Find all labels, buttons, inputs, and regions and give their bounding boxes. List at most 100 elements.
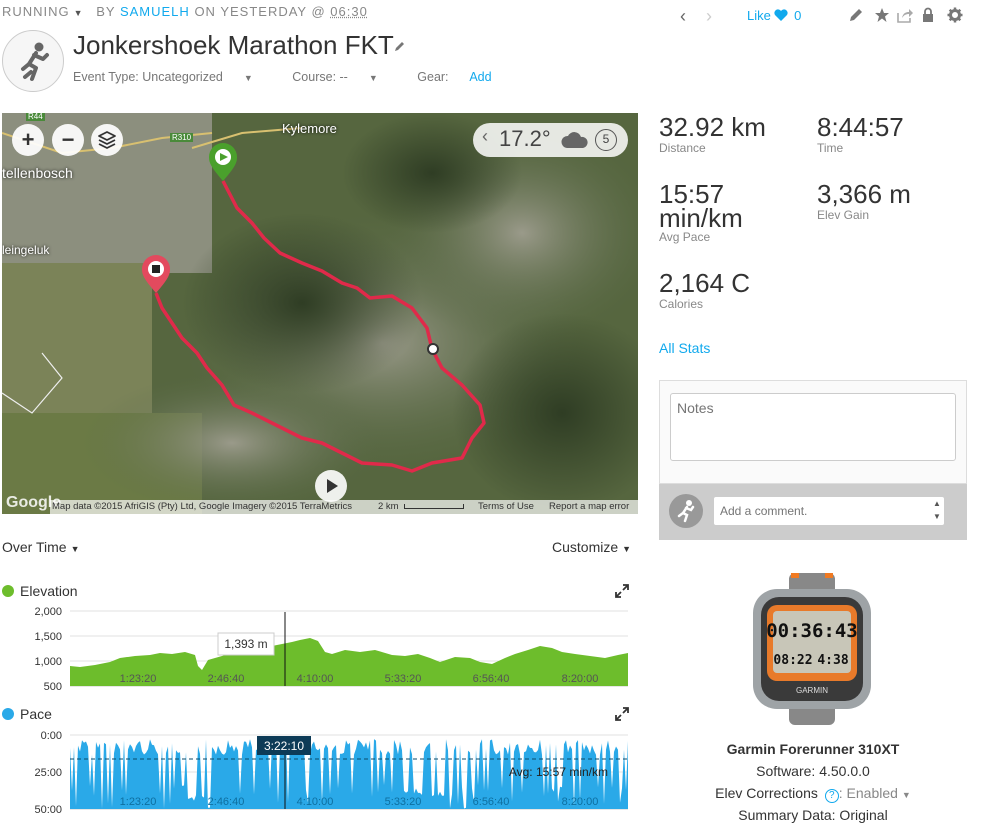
chevron-down-icon: ▼ bbox=[901, 790, 911, 800]
stat-pace: 15:57 min/km Avg Pace bbox=[659, 181, 743, 244]
route-map[interactable]: Kylemore tellenbosch leingeluk R44 R310 … bbox=[2, 113, 638, 514]
cloud-icon bbox=[561, 132, 588, 148]
customize-charts-button[interactable]: Customize ▼ bbox=[552, 539, 631, 555]
watch-brand: GARMIN bbox=[796, 686, 828, 695]
weather-widget: ‹ 17.2° 5 bbox=[473, 123, 628, 157]
watch-left-readout: 08:22 bbox=[773, 653, 812, 668]
terms-link[interactable]: Terms of Use bbox=[478, 501, 534, 512]
activity-type[interactable]: RUNNING bbox=[2, 4, 70, 19]
lock-icon[interactable] bbox=[920, 7, 936, 23]
elev-x-tick: 5:33:20 bbox=[385, 673, 422, 685]
map-label-kleingeluk: leingeluk bbox=[2, 243, 50, 257]
elevation-legend: Elevation bbox=[2, 583, 78, 599]
pace-cursor-label: 3:22:10 bbox=[264, 739, 304, 753]
expand-pace-icon[interactable] bbox=[615, 707, 629, 721]
edit-pencil-icon[interactable] bbox=[848, 7, 864, 23]
user-link[interactable]: SAMUELH bbox=[120, 4, 190, 19]
elev-corrections: Elev Corrections ?: Enabled ▼ bbox=[715, 785, 911, 803]
road-badge-r44: R44 bbox=[26, 113, 45, 121]
elevation-chart[interactable]: 2,000 1,500 1,000 500 1:23:20 2:46:40 4:… bbox=[0, 600, 640, 692]
heart-icon bbox=[774, 9, 789, 21]
pace-x-tick: 2:46:40 bbox=[208, 796, 245, 808]
weather-prev-icon[interactable]: ‹ bbox=[482, 126, 488, 147]
elev-y-tick: 2,000 bbox=[34, 606, 62, 618]
elev-y-tick: 500 bbox=[44, 681, 62, 692]
gear-field: Gear: Add bbox=[417, 70, 492, 84]
device-software: Software: 4.50.0.0 bbox=[756, 763, 870, 779]
satellite-terrain bbox=[2, 113, 638, 514]
pace-x-tick: 4:10:00 bbox=[297, 796, 334, 808]
runner-icon bbox=[21, 42, 49, 81]
pace-legend-dot bbox=[2, 708, 14, 720]
chevron-down-icon: ▼ bbox=[70, 544, 80, 554]
pace-avg-label: Avg: 15:57 min/km bbox=[509, 765, 608, 779]
all-stats-link[interactable]: All Stats bbox=[659, 340, 710, 356]
elevation-tooltip: 1,393 m bbox=[224, 637, 267, 651]
map-label-stellenbosch: tellenbosch bbox=[2, 165, 73, 181]
share-icon[interactable] bbox=[897, 7, 913, 23]
device-name: Garmin Forerunner 310XT bbox=[726, 741, 900, 757]
runner-icon bbox=[677, 500, 695, 523]
distance-value: 32.92 km bbox=[659, 112, 766, 142]
by-text: BY bbox=[96, 4, 116, 19]
activity-header-line: RUNNING ▼ BY SAMUELH ON YESTERDAY @ 06:30 bbox=[2, 4, 368, 19]
zoom-out-button[interactable]: − bbox=[52, 124, 84, 156]
wind-speed: 5 bbox=[595, 129, 617, 151]
expand-elevation-icon[interactable] bbox=[615, 584, 629, 598]
activity-meta: Event Type: Uncategorized ▼ Course: -- ▼ G… bbox=[73, 70, 528, 84]
next-activity-arrow-icon[interactable]: › bbox=[706, 6, 712, 27]
summary-data: Summary Data: Original bbox=[738, 807, 888, 823]
like-button[interactable]: Like 0 bbox=[747, 8, 801, 23]
notes-panel bbox=[659, 380, 967, 484]
star-icon[interactable] bbox=[874, 7, 890, 23]
pace-chart[interactable]: 0:00 25:00 50:00 1:23:20 2:46:40 4:10:00… bbox=[0, 725, 640, 825]
edit-title-pencil-icon[interactable] bbox=[394, 40, 406, 52]
map-attribution: Map data ©2015 AfriGIS (Pty) Ltd, Google… bbox=[52, 501, 353, 512]
elev-corrections-select[interactable]: : Enabled ▼ bbox=[839, 785, 911, 801]
road-badge-r310: R310 bbox=[170, 133, 194, 142]
map-label-kylemore: Kylemore bbox=[282, 121, 337, 136]
activity-type-caret-icon[interactable]: ▼ bbox=[74, 8, 84, 18]
course-select[interactable]: Course: -- ▼ bbox=[292, 70, 396, 84]
prev-activity-arrow-icon[interactable]: ‹ bbox=[680, 6, 686, 27]
gear-add-link[interactable]: Add bbox=[469, 70, 491, 84]
pace-x-tick: 1:23:20 bbox=[120, 796, 157, 808]
calories-label: Calories bbox=[659, 297, 704, 311]
time-label: Time bbox=[817, 141, 844, 155]
notes-field[interactable] bbox=[670, 393, 956, 461]
pace-unit: min/km bbox=[659, 203, 743, 233]
commenter-avatar bbox=[669, 494, 703, 528]
activity-icon bbox=[2, 30, 64, 92]
play-route-button[interactable] bbox=[315, 470, 347, 502]
comment-bar: ▲▼ bbox=[659, 484, 967, 540]
comment-input[interactable] bbox=[713, 496, 945, 526]
stat-time: 8:44:57 Time bbox=[817, 114, 904, 155]
pace-x-tick: 5:33:20 bbox=[385, 796, 422, 808]
elev-x-tick: 2:46:40 bbox=[208, 673, 245, 685]
map-scale: 2 km bbox=[378, 501, 399, 512]
stat-calories: 2,164 C Calories bbox=[659, 270, 750, 311]
help-icon[interactable]: ? bbox=[824, 789, 839, 803]
chart-mode-select[interactable]: Over Time ▼ bbox=[2, 539, 80, 555]
map-attribution-bar: Map data ©2015 AfriGIS (Pty) Ltd, Google… bbox=[50, 500, 638, 514]
elev-x-tick: 8:20:00 bbox=[562, 673, 599, 685]
calories-value: 2,164 C bbox=[659, 268, 751, 298]
chevron-down-icon: ▼ bbox=[243, 73, 253, 83]
pace-x-tick: 6:56:40 bbox=[473, 796, 510, 808]
elev-gain-label: Elev Gain bbox=[817, 208, 870, 222]
date-text: ON YESTERDAY @ bbox=[194, 4, 326, 19]
event-type-select[interactable]: Event Type: Uncategorized ▼ bbox=[73, 70, 271, 84]
pace-y-tick: 25:00 bbox=[34, 767, 62, 779]
position-marker bbox=[427, 343, 439, 355]
report-map-error-link[interactable]: Report a map error bbox=[549, 501, 629, 512]
watch-right-readout: 4:38 bbox=[817, 653, 848, 668]
zoom-in-button[interactable]: + bbox=[12, 124, 44, 156]
pace-y-tick: 50:00 bbox=[34, 804, 62, 816]
comment-stepper[interactable]: ▲ ▼ bbox=[930, 497, 944, 525]
distance-label: Distance bbox=[659, 141, 706, 155]
elevation-legend-dot bbox=[2, 585, 14, 597]
layers-button[interactable] bbox=[91, 124, 123, 156]
gear-icon[interactable] bbox=[947, 7, 963, 23]
chevron-down-icon: ▼ bbox=[368, 73, 378, 83]
chevron-down-icon: ▼ bbox=[622, 544, 632, 554]
